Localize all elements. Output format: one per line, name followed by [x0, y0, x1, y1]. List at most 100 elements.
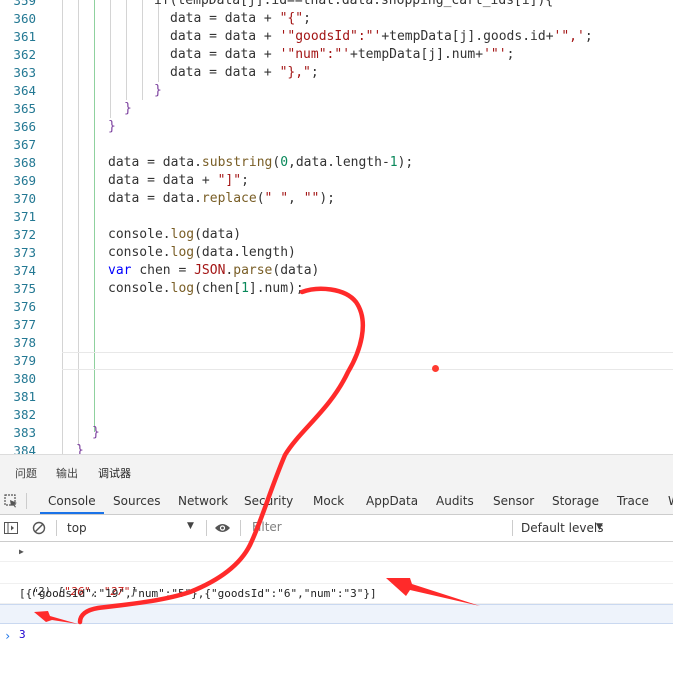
expand-triangle-icon[interactable]: ▶: [19, 542, 24, 562]
sidebar-toggle-icon[interactable]: [4, 521, 18, 535]
line-number: 370: [13, 191, 36, 206]
code-token: if(tempData[j].id==that.data.shopping_ca…: [154, 0, 554, 8]
line-number: 360: [13, 11, 36, 26]
devtools-tab-mock[interactable]: Mock: [313, 494, 344, 508]
line-number: 363: [13, 65, 36, 80]
devtools-tab-sensor[interactable]: Sensor: [493, 494, 534, 508]
tab-problems[interactable]: 问题: [15, 465, 37, 481]
code-token: data = data +: [170, 29, 280, 44]
code-line[interactable]: 384}: [0, 442, 673, 454]
line-number: 379: [13, 353, 36, 368]
code-line[interactable]: 359 if(tempData[j].id==that.data.shopping…: [0, 0, 673, 10]
code-token: 0: [280, 155, 289, 170]
line-code: }: [108, 118, 116, 136]
code-line[interactable]: 382: [0, 406, 673, 424]
code-line[interactable]: 374 var chen = JSON.parse(data): [0, 262, 673, 280]
inspect-element-icon[interactable]: [4, 494, 18, 508]
code-line[interactable]: 375 console.log(chen[1].num);: [0, 280, 673, 298]
log-levels-select[interactable]: Default levels ▼: [516, 515, 616, 541]
console-message-array[interactable]: ▶ (2) ["26", "27"]: [0, 542, 673, 598]
devtools-tab-console[interactable]: Console: [40, 494, 104, 514]
code-line[interactable]: 368 data = data.substring(0,data.length-1…: [0, 154, 673, 172]
code-token: .: [162, 281, 171, 296]
code-token: data = data.: [108, 191, 202, 206]
code-line[interactable]: 366}: [0, 118, 673, 136]
console-message-result[interactable]: 3: [0, 604, 673, 641]
code-token: log: [170, 281, 195, 296]
code-token: );: [397, 155, 414, 170]
code-token: );: [319, 191, 335, 206]
code-token: (chen[: [194, 281, 242, 296]
line-code: data = data + "{";: [170, 10, 311, 28]
code-token: ;: [506, 47, 515, 62]
code-line[interactable]: 364}: [0, 82, 673, 100]
clear-console-icon[interactable]: [32, 521, 46, 535]
code-line[interactable]: 363 data = data + "},";: [0, 64, 673, 82]
code-line[interactable]: 377: [0, 316, 673, 334]
code-token: }: [92, 425, 100, 440]
code-line[interactable]: 371: [0, 208, 673, 226]
devtools-tab-security[interactable]: Security: [244, 494, 293, 508]
line-number: 371: [13, 209, 36, 224]
code-token: log: [170, 227, 195, 242]
line-number: 382: [13, 407, 36, 422]
devtools-tab-trace[interactable]: Trace: [617, 494, 649, 508]
line-number: 366: [13, 119, 36, 134]
code-line[interactable]: 367: [0, 136, 673, 154]
code-token: ;: [310, 65, 319, 80]
code-token: (data): [272, 263, 320, 278]
line-number: 376: [13, 299, 36, 314]
context-select-value: top: [67, 521, 87, 535]
console-message-json[interactable]: [{"goodsId":"19","num":"5"},{"goodsId":"…: [0, 564, 673, 600]
code-token: parse: [233, 263, 273, 278]
code-line[interactable]: 376: [0, 298, 673, 316]
code-token: '"num":"': [279, 47, 351, 62]
line-number: 377: [13, 317, 36, 332]
devtools-tab-sources[interactable]: Sources: [113, 494, 160, 508]
devtools-tab-wxml[interactable]: Wxml: [668, 494, 673, 508]
code-line[interactable]: 360 data = data + "{";: [0, 10, 673, 28]
code-token: ,: [288, 191, 304, 206]
code-line[interactable]: 378: [0, 334, 673, 352]
devtools-tab-audits[interactable]: Audits: [436, 494, 474, 508]
code-line[interactable]: 362 data = data + '"num":"'+tempData[j].n…: [0, 46, 673, 64]
code-line[interactable]: 379: [0, 352, 673, 370]
line-code: data = data + "},";: [170, 64, 319, 82]
context-select[interactable]: top ▼: [60, 515, 200, 541]
live-expression-eye-icon[interactable]: [214, 522, 231, 534]
code-token: "]": [217, 173, 242, 188]
code-line[interactable]: 380: [0, 370, 673, 388]
cursor-dot: [432, 365, 439, 372]
code-token: "": [303, 191, 320, 206]
code-line[interactable]: 370 data = data.replace(" ", "");: [0, 190, 673, 208]
devtools-tab-appdata[interactable]: AppData: [366, 494, 418, 508]
code-token: "},": [279, 65, 311, 80]
devtools-tab-network[interactable]: Network: [178, 494, 228, 508]
line-number: 380: [13, 371, 36, 386]
line-number: 362: [13, 47, 36, 62]
tab-output[interactable]: 输出: [56, 465, 78, 481]
code-token: replace: [201, 191, 257, 206]
code-line[interactable]: 372 console.log(data): [0, 226, 673, 244]
code-token: data = data +: [170, 47, 280, 62]
line-number: 364: [13, 83, 36, 98]
console-toolbar: top ▼ Default levels ▼: [0, 515, 673, 542]
code-line[interactable]: 381: [0, 388, 673, 406]
code-line[interactable]: 373 console.log(data.length): [0, 244, 673, 262]
panel-tab-bar: 问题 输出 调试器: [0, 454, 673, 490]
toolbar-divider: [26, 493, 27, 509]
code-token: JSON: [194, 263, 226, 278]
tab-debugger[interactable]: 调试器: [98, 465, 131, 490]
code-token: data = data +: [170, 65, 280, 80]
code-token: (data.length): [194, 245, 296, 260]
console-message-length[interactable]: 54: [0, 584, 673, 620]
devtools-tab-storage[interactable]: Storage: [552, 494, 599, 508]
code-line[interactable]: 365}: [0, 100, 673, 118]
line-number: 368: [13, 155, 36, 170]
code-line[interactable]: 361 data = data + '"goodsId":"'+tempData[…: [0, 28, 673, 46]
code-line[interactable]: 369 data = data + "]";: [0, 172, 673, 190]
console-prompt[interactable]: ›: [4, 629, 11, 643]
code-line[interactable]: 383}: [0, 424, 673, 442]
code-editor[interactable]: 359 if(tempData[j].id==that.data.shopping…: [0, 0, 673, 454]
filter-input[interactable]: [246, 518, 506, 536]
